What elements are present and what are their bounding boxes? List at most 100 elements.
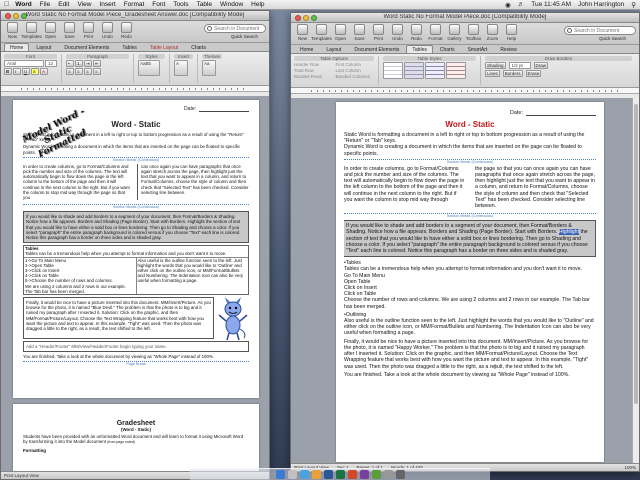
gallery-button[interactable]: Gallery bbox=[446, 24, 463, 41]
styles-gallery[interactable]: AaBb bbox=[138, 60, 160, 76]
itunes-icon[interactable] bbox=[359, 470, 369, 479]
menu-clock[interactable]: Tue 11:45 AM bbox=[531, 1, 571, 8]
left-search-field[interactable] bbox=[204, 24, 266, 33]
tab-tables[interactable]: Tables bbox=[406, 45, 433, 53]
outdent-icon[interactable]: ⇤ bbox=[93, 60, 101, 67]
font-name-select[interactable]: Arial bbox=[4, 60, 44, 67]
right-search-field[interactable] bbox=[564, 26, 636, 35]
help-button[interactable]: Help bbox=[503, 24, 520, 41]
themes-icon[interactable]: Aa bbox=[202, 60, 216, 76]
finder-icon[interactable] bbox=[275, 470, 285, 479]
left-view-status[interactable]: Print Layout View bbox=[4, 473, 39, 478]
menu-user[interactable]: John Harrington bbox=[578, 1, 624, 8]
table-style-3[interactable] bbox=[425, 62, 445, 79]
word-icon[interactable] bbox=[323, 470, 333, 479]
tab-layout[interactable]: Layout bbox=[320, 45, 347, 53]
lines-button[interactable]: Lines bbox=[485, 70, 500, 77]
templates-button[interactable]: Templates bbox=[311, 24, 332, 41]
table-style-1[interactable] bbox=[383, 62, 403, 79]
right-scroll-thumb[interactable] bbox=[634, 104, 638, 404]
menu-app-name[interactable]: Word bbox=[15, 1, 32, 8]
tab-layout[interactable]: Layout bbox=[30, 43, 57, 51]
open-button[interactable]: Open bbox=[332, 24, 349, 41]
save-button[interactable]: Save bbox=[61, 22, 78, 39]
right-ruler[interactable] bbox=[291, 88, 639, 94]
text-box-icon[interactable]: A bbox=[174, 60, 188, 76]
print-button[interactable]: Print bbox=[370, 24, 387, 41]
bold-button[interactable]: B bbox=[4, 68, 12, 75]
menu-insert[interactable]: Insert bbox=[99, 1, 115, 8]
justify-icon[interactable]: ≡ bbox=[93, 68, 101, 75]
right-search-input[interactable] bbox=[574, 27, 635, 34]
highlight-icon[interactable]: a bbox=[31, 68, 39, 75]
left-search-input[interactable] bbox=[214, 25, 265, 32]
zoom-level[interactable]: 100% bbox=[624, 465, 636, 470]
tab-charts[interactable]: Charts bbox=[185, 43, 212, 51]
blue-devil-image[interactable] bbox=[217, 297, 249, 341]
selected-text-highlight[interactable]: Highlight bbox=[558, 229, 580, 236]
format-button[interactable]: Format bbox=[427, 24, 444, 41]
bullets-icon[interactable]: • bbox=[66, 60, 74, 67]
menu-window[interactable]: Window bbox=[220, 1, 243, 8]
last-column-option[interactable]: Last Column bbox=[336, 68, 375, 73]
templates-button[interactable]: Templates bbox=[21, 22, 42, 39]
redo-button[interactable]: Redo bbox=[408, 24, 425, 41]
draw-button[interactable]: Draw bbox=[533, 62, 549, 69]
table-style-2[interactable] bbox=[404, 62, 424, 79]
safari-icon[interactable] bbox=[299, 470, 309, 479]
numbering-icon[interactable]: 1. bbox=[75, 60, 83, 67]
volume-icon[interactable]: ♬ bbox=[518, 1, 525, 8]
banded-rows-option[interactable]: Banded Rows bbox=[294, 74, 333, 79]
italic-button[interactable]: I bbox=[13, 68, 21, 75]
font-color-icon[interactable]: A bbox=[40, 68, 48, 75]
spotlight-icon[interactable]: ⚲ bbox=[631, 1, 636, 9]
toolbox-button[interactable]: Toolbox bbox=[465, 24, 482, 41]
excel-icon[interactable] bbox=[335, 470, 345, 479]
left-page-2[interactable]: Gradesheet (Word - Static) Students have… bbox=[13, 404, 259, 473]
trash-icon[interactable] bbox=[395, 470, 405, 479]
align-center-icon[interactable]: ≡ bbox=[75, 68, 83, 75]
first-column-option[interactable]: First Column bbox=[336, 62, 375, 67]
erase-button[interactable]: Erase bbox=[525, 70, 542, 77]
shading-button[interactable]: Shading bbox=[485, 62, 506, 69]
open-button[interactable]: Open bbox=[42, 22, 59, 39]
app-icon[interactable] bbox=[383, 470, 393, 479]
menu-file[interactable]: File bbox=[40, 1, 50, 8]
menu-edit[interactable]: Edit bbox=[58, 1, 69, 8]
new-button[interactable]: New bbox=[294, 24, 311, 41]
menu-help[interactable]: Help bbox=[251, 1, 264, 8]
mail-icon[interactable] bbox=[311, 470, 321, 479]
tab-review[interactable]: Review bbox=[494, 45, 522, 53]
redo-button[interactable]: Redo bbox=[118, 22, 135, 39]
tab-home[interactable]: Home bbox=[4, 43, 30, 51]
align-right-icon[interactable]: ≡ bbox=[84, 68, 92, 75]
borders-button[interactable]: Borders bbox=[502, 70, 523, 77]
tab-charts[interactable]: Charts bbox=[434, 45, 461, 53]
zoom-button[interactable]: Zoom bbox=[484, 24, 501, 41]
indent-icon[interactable]: ⇥ bbox=[84, 60, 92, 67]
menu-table[interactable]: Table bbox=[196, 1, 212, 8]
new-button[interactable]: New bbox=[4, 22, 21, 39]
table-style-4[interactable] bbox=[446, 62, 466, 79]
total-row-option[interactable]: Total Row bbox=[294, 68, 333, 73]
tab-tables[interactable]: Tables bbox=[116, 43, 142, 51]
print-button[interactable]: Print bbox=[80, 22, 97, 39]
header-row-option[interactable]: Header Row bbox=[294, 62, 333, 67]
tab-home[interactable]: Home bbox=[294, 45, 319, 53]
tab-document-elements[interactable]: Document Elements bbox=[58, 43, 115, 51]
tab-table-layout[interactable]: Table Layout bbox=[144, 43, 184, 51]
save-button[interactable]: Save bbox=[351, 24, 368, 41]
facetime-icon[interactable] bbox=[371, 470, 381, 479]
left-title-bar[interactable]: Word Static No Format Model Piece_Grades… bbox=[1, 11, 269, 21]
align-left-icon[interactable]: ≡ bbox=[66, 68, 74, 75]
tab-smartart[interactable]: SmartArt bbox=[462, 45, 494, 53]
line-weight-select[interactable]: 1/2 pt bbox=[508, 62, 531, 69]
tab-document-elements[interactable]: Document Elements bbox=[348, 45, 405, 53]
undo-button[interactable]: Undo bbox=[389, 24, 406, 41]
right-title-bar[interactable]: Word Static No Format Model Piece.doc [C… bbox=[291, 13, 639, 23]
system-preferences-icon[interactable] bbox=[287, 470, 297, 479]
banded-columns-option[interactable]: Banded Columns bbox=[336, 74, 375, 79]
menu-format[interactable]: Format bbox=[124, 1, 145, 8]
left-ruler[interactable] bbox=[1, 86, 269, 92]
font-size-select[interactable]: 12 bbox=[45, 60, 57, 67]
